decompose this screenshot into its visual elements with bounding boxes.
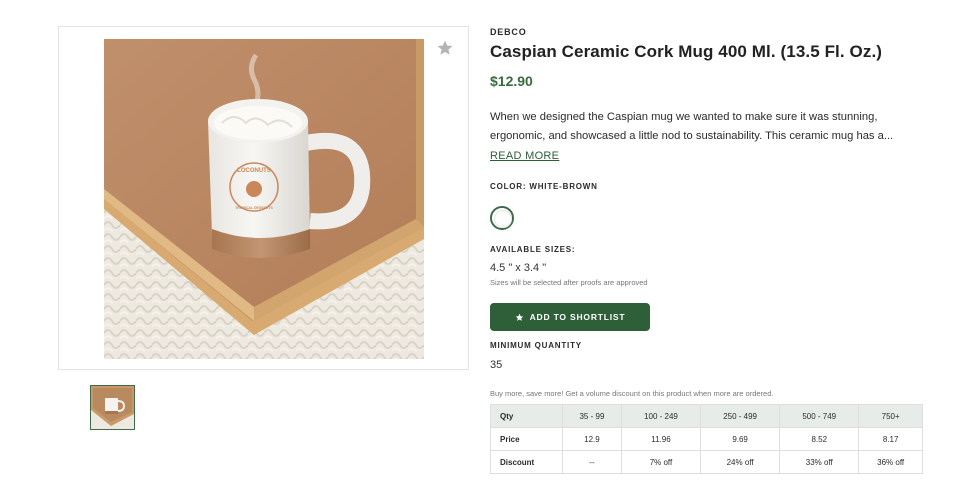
table-cell: 11.96 (620, 427, 702, 451)
mug-logo-text-bottom: TROPICAL DESSERTS (235, 206, 273, 210)
table-cell: 7% off (620, 450, 702, 474)
table-cell: 8.17 (858, 427, 923, 451)
available-sizes-label: AVAILABLE SIZES: (490, 245, 576, 254)
add-to-shortlist-label: ADD TO SHORTLIST (529, 312, 626, 322)
minimum-quantity-label: MINIMUM QUANTITY (490, 341, 582, 350)
table-cell: Price (490, 427, 563, 451)
table-header-cell: 500 - 749 (779, 404, 860, 428)
table-cell: Discount (490, 450, 563, 474)
star-icon (515, 313, 523, 321)
pricing-table: Qty 35 - 99 100 - 249 250 - 499 500 - 74… (490, 404, 923, 474)
table-header-cell: 750+ (858, 404, 923, 428)
add-to-shortlist-button[interactable]: ADD TO SHORTLIST (490, 303, 650, 331)
table-header-cell: Qty (490, 404, 563, 428)
product-description: When we designed the Caspian mug we want… (490, 111, 894, 142)
table-cell: 24% off (700, 450, 781, 474)
table-header-cell: 100 - 249 (620, 404, 702, 428)
table-cell: -- (562, 450, 622, 474)
volume-discount-note: Buy more, save more! Get a volume discou… (490, 389, 774, 398)
table-cell: 8.52 (779, 427, 860, 451)
product-gallery: LOCONUTS TROPICAL DESSERTS (58, 26, 469, 370)
table-row: Discount -- 7% off 24% off 33% off 36% o… (490, 450, 923, 474)
table-header-cell: 35 - 99 (562, 404, 622, 428)
product-title: Caspian Ceramic Cork Mug 400 Ml. (13.5 F… (490, 42, 883, 61)
favorite-star-icon[interactable] (436, 39, 454, 57)
table-cell: 36% off (858, 450, 923, 474)
size-note: Sizes will be selected after proofs are … (490, 278, 648, 287)
color-label: COLOR: WHITE-BROWN (490, 182, 598, 191)
product-details: DEBCO Caspian Ceramic Cork Mug 400 Ml. (… (490, 24, 930, 474)
table-header-cell: 250 - 499 (700, 404, 781, 428)
table-cell: 9.69 (700, 427, 781, 451)
pricing-table-header-row: Qty 35 - 99 100 - 249 250 - 499 500 - 74… (490, 404, 923, 428)
thumbnail-image[interactable] (90, 385, 135, 430)
table-cell: 12.9 (562, 427, 622, 451)
size-value: 4.5 " x 3.4 " (490, 262, 547, 274)
read-more-link[interactable]: READ MORE (490, 150, 559, 162)
minimum-quantity-value: 35 (490, 359, 503, 371)
table-row: Price 12.9 11.96 9.69 8.52 8.17 (490, 427, 923, 451)
product-price: $12.90 (490, 73, 533, 89)
main-product-image[interactable]: LOCONUTS TROPICAL DESSERTS (104, 39, 424, 359)
table-cell: 33% off (779, 450, 860, 474)
mug-logo-text-top: LOCONUTS (237, 168, 271, 174)
color-swatch-white-brown[interactable] (490, 206, 514, 230)
brand-name: DEBCO (490, 27, 527, 37)
